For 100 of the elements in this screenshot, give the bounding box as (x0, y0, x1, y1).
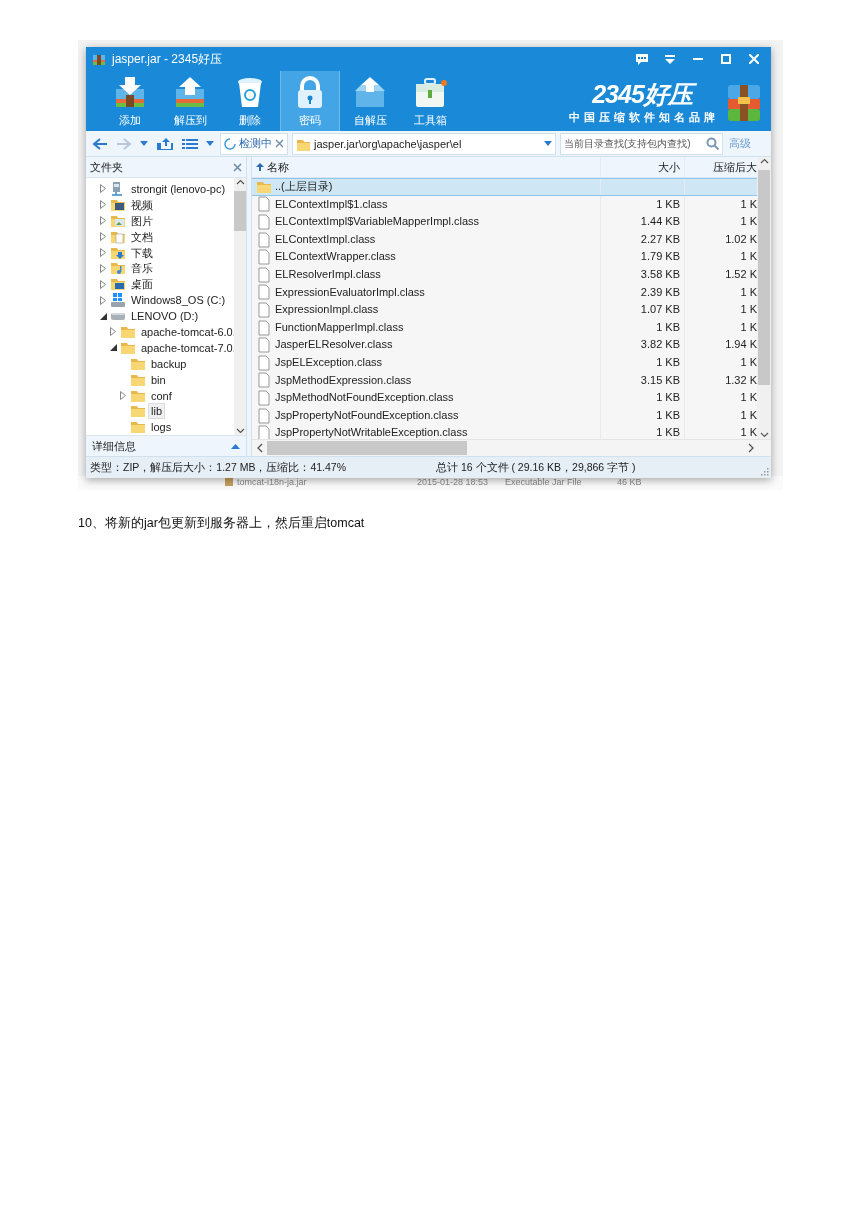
scan-tab[interactable]: 检测中 (220, 132, 288, 155)
file-row[interactable]: JasperELResolver.class 3.82 KB 1.94 K (252, 336, 757, 354)
file-row[interactable]: JspELException.class 1 KB 1 K (252, 353, 757, 372)
tree-item[interactable]: 图片 (128, 212, 156, 229)
packed-size: 1 K (740, 426, 757, 439)
collapsed-arrow-icon[interactable] (100, 184, 106, 194)
collapsed-arrow-icon[interactable] (100, 248, 106, 257)
expand-button[interactable] (231, 443, 240, 449)
address-field[interactable]: jasper.jar\org\apache\jasper\el (292, 132, 556, 155)
file-row[interactable]: ExpressionImpl.class 1.07 KB 1 K (252, 301, 757, 319)
tree-item[interactable]: 视频 (128, 196, 156, 213)
toolbar-button[interactable]: 自解压 (340, 71, 400, 131)
file-size: 2.39 KB (640, 285, 680, 298)
search-icon (706, 137, 719, 150)
collapsed-arrow-icon[interactable] (100, 216, 106, 226)
caret-icon (544, 140, 552, 147)
scrollbar-thumb[interactable] (234, 191, 246, 231)
packed-size: 1.94 K (725, 338, 757, 351)
collapsed-arrow-icon[interactable] (100, 295, 106, 305)
file-icon (256, 319, 272, 336)
tree-item[interactable]: 桌面 (128, 276, 156, 293)
dropdown-menu-icon (665, 54, 675, 64)
chat-icon (636, 53, 648, 65)
file-row[interactable]: JspMethodExpression.class 3.15 KB 1.32 K (252, 371, 757, 390)
window-title: jasper.jar - 2345好压 (112, 50, 223, 68)
file-row[interactable]: ELContextWrapper.class 1.79 KB 1 K (252, 248, 757, 266)
toolbar-button[interactable]: 解压到 (160, 71, 220, 131)
file-row[interactable]: FunctionMapperImpl.class 1 KB 1 K (252, 318, 757, 337)
file-size: 1 KB (656, 408, 680, 421)
collapsed-arrow-icon[interactable] (120, 391, 126, 400)
scrollbar[interactable] (234, 178, 246, 435)
file-type: Executable Jar File (505, 477, 583, 487)
scrollbar-thumb[interactable] (267, 441, 467, 455)
file-name: JspMethodExpression.class (275, 372, 412, 388)
file-name: ELContextWrapper.class (275, 249, 396, 265)
collapsed-arrow-icon[interactable] (100, 232, 106, 242)
collapsed-arrow-icon[interactable] (100, 279, 106, 289)
tree-item[interactable]: bin (148, 371, 169, 388)
file-row[interactable]: ELContextImpl$1.class 1 KB 1 K (252, 195, 757, 214)
tree-item[interactable]: apache-tomcat-6.0. (138, 323, 234, 340)
scrollbar[interactable] (757, 157, 771, 439)
packed-size: 1 K (740, 408, 757, 421)
scrollbar-thumb[interactable] (758, 170, 770, 385)
view-dropdown-icon (206, 140, 214, 147)
file-row[interactable]: JspMethodNotFoundException.class 1 KB 1 K (252, 389, 757, 407)
toolbar-button[interactable]: 工具箱 (400, 71, 460, 131)
resize-grip-icon (761, 468, 769, 476)
toolbar-button[interactable]: 添加 (100, 71, 160, 131)
file-row[interactable]: ..(上层目录) (252, 178, 757, 196)
column-header[interactable]: 压缩后大 (685, 157, 757, 177)
scrollbar[interactable] (252, 439, 771, 456)
tree-item[interactable]: 文档 (128, 228, 156, 245)
column-header[interactable]: 大小 (601, 157, 685, 177)
file-size: 1.79 KB (640, 250, 680, 263)
tree-item[interactable]: logs (148, 419, 175, 435)
file-row[interactable]: ELResolverImpl.class 3.58 KB 1.52 K (252, 265, 757, 284)
tree-item[interactable]: lib (148, 403, 165, 420)
column-header[interactable]: 名称 (267, 159, 289, 175)
collapsed-arrow-icon[interactable] (100, 263, 106, 273)
file-icon (256, 249, 272, 266)
drive-icon (111, 312, 125, 320)
file-size: 46 KB (617, 477, 642, 487)
file-icon (256, 231, 272, 248)
tree-item[interactable]: 下载 (128, 244, 156, 261)
tree-item[interactable]: backup (148, 355, 190, 372)
file-row[interactable]: JspPropertyNotFoundException.class 1 KB 1 K (252, 406, 757, 425)
scroll-down-icon (235, 426, 245, 435)
packed-size: 1 K (740, 320, 757, 333)
folder-music-icon (110, 260, 126, 277)
file-icon (256, 407, 272, 424)
file-size: 3.82 KB (640, 338, 680, 351)
file-name: JspMethodNotFoundException.class (275, 390, 454, 406)
up-folder-icon (156, 136, 174, 151)
view-list-icon (182, 137, 198, 150)
file-row[interactable]: ELContextImpl.class 2.27 KB 1.02 K (252, 230, 757, 249)
file-row[interactable]: ExpressionEvaluatorImpl.class 2.39 KB 1 K (252, 283, 757, 302)
expanded-arrow-icon[interactable] (109, 344, 117, 352)
packed-size: 1.02 K (725, 232, 757, 245)
file-row[interactable]: ELContextImpl$VariableMapperImpl.class 1.44 KB 1 K (252, 213, 757, 231)
close-button[interactable] (233, 162, 242, 172)
tree-item[interactable]: 音乐 (128, 260, 156, 277)
tree-item[interactable]: apache-tomcat-7.0. (138, 339, 234, 356)
tree-item[interactable]: strongit (lenovo-pc) (128, 180, 229, 197)
file-size: 1 KB (656, 426, 680, 439)
file-name: ELResolverImpl.class (275, 266, 381, 282)
tree-item[interactable]: Windows8_OS (C:) (128, 292, 229, 309)
file-icon (256, 196, 272, 213)
triangle-up-icon (231, 443, 240, 449)
tree-item[interactable]: conf (148, 387, 175, 404)
search-field[interactable]: 当前目录查找(支持包内查找) (560, 132, 723, 155)
tree-item[interactable]: LENOVO (D:) (128, 308, 202, 325)
file-name: ..(上层目录) (275, 179, 333, 194)
details-label: 详细信息 (92, 438, 136, 454)
collapsed-arrow-icon[interactable] (100, 200, 106, 210)
toolbar-button[interactable]: 删除 (220, 71, 280, 131)
expanded-arrow-icon[interactable] (99, 312, 107, 320)
collapsed-arrow-icon[interactable] (110, 327, 116, 337)
file-size: 1.44 KB (640, 215, 680, 228)
scan-label: 检测中 (239, 136, 272, 151)
minimize-icon (693, 58, 703, 60)
